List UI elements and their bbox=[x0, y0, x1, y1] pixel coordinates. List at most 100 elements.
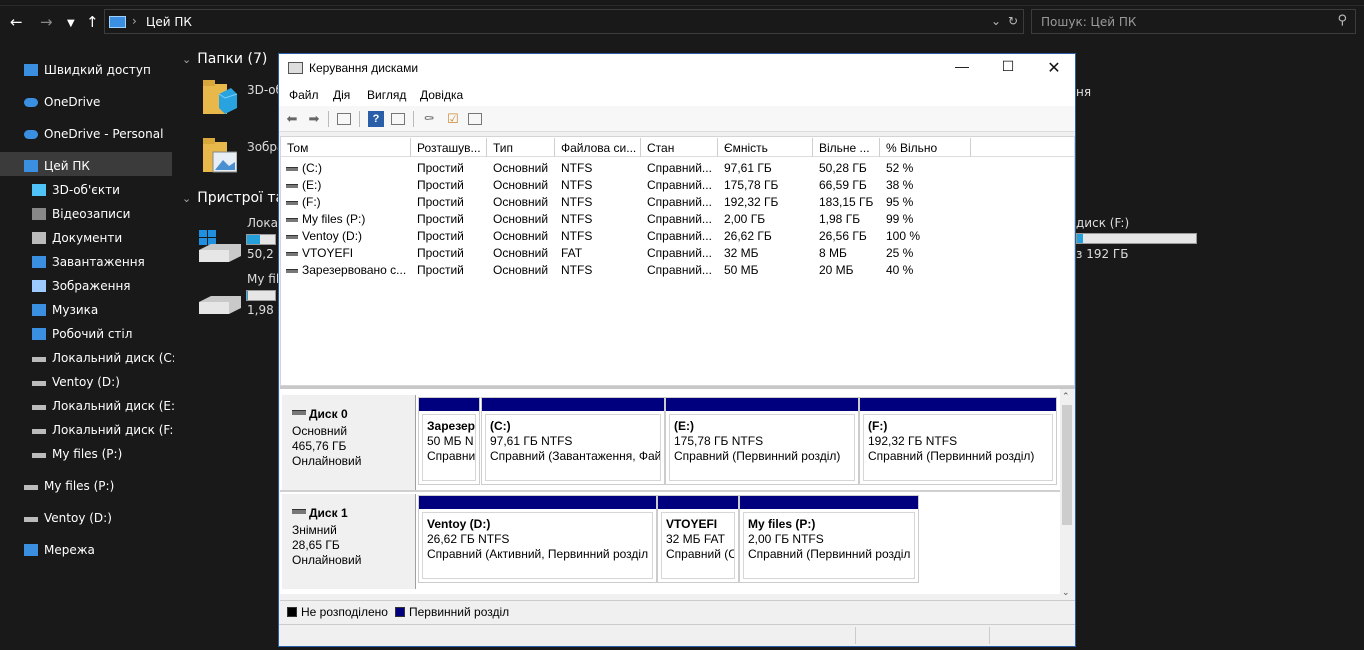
table-cell: Справний... bbox=[647, 246, 712, 260]
minimize-button[interactable]: — bbox=[939, 58, 985, 78]
partition-block[interactable]: (C:) 97,61 ГБ NTFS Справний (Завантаження,… bbox=[481, 397, 665, 485]
connect-icon[interactable]: ⚰ bbox=[421, 111, 437, 127]
partition-block[interactable]: Зарезер 50 МБ N Справни bbox=[418, 397, 480, 485]
partition-status: Справний (Завантаження, Фай bbox=[490, 449, 661, 463]
list-view-icon[interactable] bbox=[468, 113, 482, 125]
section-folders[interactable]: ⌄ Папки (7) bbox=[182, 51, 267, 67]
checklist-icon[interactable]: ☑ bbox=[445, 111, 461, 127]
volume-icon bbox=[286, 235, 298, 239]
menu-help[interactable]: Довідка bbox=[420, 88, 463, 102]
disk-1-label[interactable]: Диск 1 Знімний 28,65 ГБ Онлайновий bbox=[282, 494, 416, 589]
status-bar bbox=[279, 624, 1075, 646]
partition-info: (E:) 175,78 ГБ NTFS Справний (Первинний ро… bbox=[669, 414, 855, 481]
partition-info: Ventoy (D:) 26,62 ГБ NTFS Справний (Активн… bbox=[422, 512, 653, 579]
disk-0-size: 465,76 ГБ bbox=[292, 439, 347, 453]
col-free-space[interactable]: Вільне ... bbox=[813, 138, 880, 157]
nav-item-label: Ventoy (D:) bbox=[44, 511, 112, 525]
up-arrow-icon[interactable]: ↑ bbox=[86, 14, 99, 30]
title-bar[interactable]: Керування дисками — ☐ ✕ bbox=[279, 54, 1075, 82]
disk-icon bbox=[292, 410, 306, 415]
partition-size: 2,00 ГБ NTFS bbox=[748, 532, 824, 546]
chevron-down-icon[interactable]: ⌄ bbox=[991, 14, 1001, 28]
table-cell: Справний... bbox=[647, 229, 712, 243]
drive-f-label[interactable]: диск (F:) bbox=[1076, 216, 1129, 230]
address-bar[interactable]: › Цей ПК ⌄ ↻ bbox=[104, 9, 1024, 34]
back-arrow-icon[interactable]: ← bbox=[10, 14, 23, 30]
col-volume[interactable]: Том bbox=[281, 138, 411, 157]
partition-block[interactable]: VTOYEFI 32 МБ FAT Справний (С bbox=[657, 495, 739, 583]
table-cell: Зарезервовано с... bbox=[302, 263, 407, 277]
unallocated-swatch bbox=[287, 607, 297, 617]
table-cell: 38 % bbox=[886, 178, 914, 192]
table-cell: 2,00 ГБ bbox=[724, 212, 766, 226]
partition-info: (C:) 97,61 ГБ NTFS Справний (Завантаження,… bbox=[485, 414, 661, 481]
scrollbar-thumb[interactable] bbox=[1062, 405, 1072, 525]
recent-chevron-icon[interactable]: ▼ bbox=[67, 16, 75, 32]
console-tree-icon[interactable] bbox=[391, 113, 405, 125]
drive-c-icon[interactable] bbox=[197, 230, 241, 262]
disk-0-label[interactable]: Диск 0 Основний 465,76 ГБ Онлайновий bbox=[282, 395, 416, 490]
scroll-down-icon[interactable]: ⌄ bbox=[1062, 587, 1070, 598]
partition-block[interactable]: (F:) 192,32 ГБ NTFS Справний (Первинний ро… bbox=[859, 397, 1057, 485]
maximize-button[interactable]: ☐ bbox=[985, 58, 1031, 78]
table-row[interactable]: Зарезервовано с... Простий Основний NTFS Спр… bbox=[281, 262, 1074, 279]
partition-size: 50 МБ N bbox=[427, 434, 474, 448]
col-capacity[interactable]: Ємність bbox=[718, 138, 813, 157]
drive-p-icon[interactable] bbox=[197, 292, 241, 322]
partition-type-band bbox=[482, 398, 664, 411]
breadcrumb[interactable]: Цей ПК bbox=[146, 15, 192, 29]
table-cell: Простий bbox=[417, 263, 464, 277]
table-cell: 95 % bbox=[886, 195, 914, 209]
forward-arrow-icon[interactable]: → bbox=[40, 14, 53, 30]
table-row[interactable]: Ventoy (D:) Простий Основний NTFS Справний..… bbox=[281, 228, 1074, 245]
col-type[interactable]: Тип bbox=[487, 138, 555, 157]
desktop-icon bbox=[32, 328, 46, 340]
section-devices[interactable]: ⌄ Пристрої та bbox=[182, 190, 284, 206]
table-row[interactable]: (C:) Простий Основний NTFS Справний... 97,61 … bbox=[281, 160, 1074, 177]
table-row[interactable]: (F:) Простий Основний NTFS Справний... 192,32… bbox=[281, 194, 1074, 211]
folder-3d-icon[interactable] bbox=[201, 78, 238, 118]
table-cell: Основний bbox=[493, 161, 549, 175]
close-button[interactable]: ✕ bbox=[1031, 58, 1077, 78]
properties-icon[interactable] bbox=[337, 113, 351, 125]
partition-status: Справний (Активний, Первинний розділ bbox=[427, 547, 649, 561]
table-cell: NTFS bbox=[561, 195, 593, 209]
forward-arrow-icon[interactable]: ➡ bbox=[306, 111, 322, 127]
drive-p-label[interactable]: My fil bbox=[247, 272, 279, 286]
folder-pictures-icon[interactable] bbox=[201, 136, 238, 176]
partition-type-band bbox=[666, 398, 858, 411]
disk-0-status: Онлайновий bbox=[292, 454, 362, 468]
table-row[interactable]: (E:) Простий Основний NTFS Справний... 175,78… bbox=[281, 177, 1074, 194]
help-icon[interactable]: ? bbox=[368, 111, 384, 127]
table-cell: Справний... bbox=[647, 161, 712, 175]
table-cell: Основний bbox=[493, 178, 549, 192]
partition-size: 192,32 ГБ NTFS bbox=[868, 434, 958, 448]
scroll-up-icon[interactable]: ⌃ bbox=[1062, 391, 1070, 402]
partition-block[interactable]: (E:) 175,78 ГБ NTFS Справний (Первинний ро… bbox=[665, 397, 859, 485]
table-row[interactable]: My files (P:) Простий Основний NTFS Справний… bbox=[281, 211, 1074, 228]
chevron-down-icon: ⌄ bbox=[182, 53, 192, 66]
col-status[interactable]: Стан bbox=[641, 138, 718, 157]
col-layout[interactable]: Розташув... bbox=[411, 138, 487, 157]
drive-icon bbox=[24, 485, 38, 490]
table-cell: Простий bbox=[417, 178, 464, 192]
table-row[interactable]: VTOYEFI Простий Основний FAT Справний... 32 М… bbox=[281, 245, 1074, 262]
menu-action[interactable]: Дія bbox=[333, 88, 350, 102]
menu-file[interactable]: Файл bbox=[289, 88, 319, 102]
search-icon[interactable]: ⚲ bbox=[1337, 13, 1347, 28]
nav-item-label: Локальний диск (E:) bbox=[52, 399, 180, 413]
col-percent-free[interactable]: % Вільно bbox=[880, 138, 971, 157]
refresh-icon[interactable]: ↻ bbox=[1008, 14, 1018, 28]
partition-block[interactable]: Ventoy (D:) 26,62 ГБ NTFS Справний (Активн… bbox=[418, 495, 657, 583]
graph-scrollbar[interactable]: ⌃ ⌄ bbox=[1060, 389, 1074, 604]
back-arrow-icon[interactable]: ⬅ bbox=[284, 111, 300, 127]
col-filesystem[interactable]: Файлова си... bbox=[555, 138, 641, 157]
search-input[interactable]: Пошук: Цей ПК ⚲ bbox=[1031, 9, 1356, 34]
table-cell: 66,59 ГБ bbox=[819, 178, 867, 192]
folder-right-label[interactable]: ня bbox=[1076, 85, 1091, 99]
partition-name: (E:) bbox=[674, 419, 694, 433]
menu-view[interactable]: Вигляд bbox=[367, 88, 406, 102]
legend: Не розподілено Первинний розділ bbox=[280, 600, 1075, 622]
drive-f-usage-fill bbox=[1077, 234, 1083, 243]
partition-block[interactable]: My files (P:) 2,00 ГБ NTFS Справний (Перви… bbox=[739, 495, 919, 583]
